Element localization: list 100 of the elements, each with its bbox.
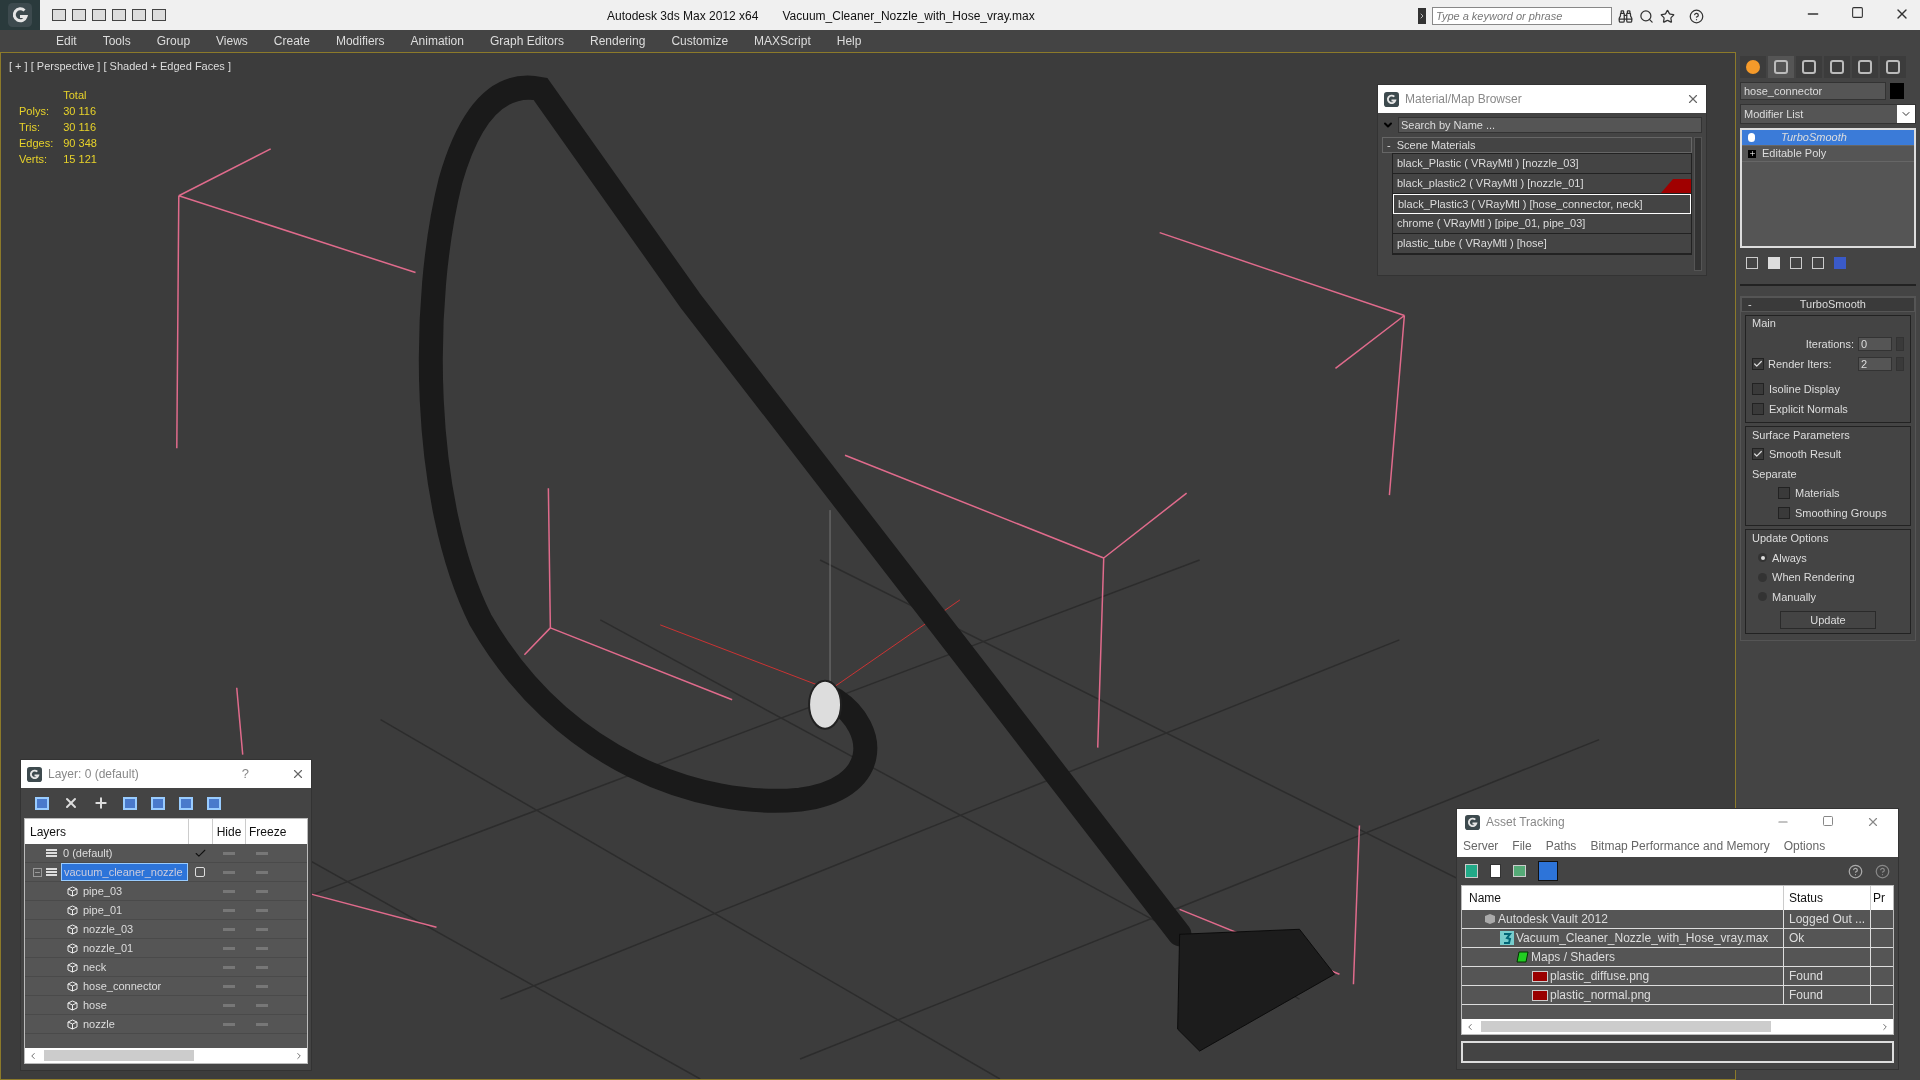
checkbox[interactable] [1778, 487, 1790, 500]
scrollbar[interactable] [1694, 137, 1702, 271]
menu-item[interactable]: Paths [1545, 837, 1577, 855]
group-header[interactable]: - Scene Materials [1382, 137, 1692, 153]
list-icon[interactable] [1490, 864, 1501, 878]
maximize-icon[interactable] [1851, 6, 1864, 19]
column-header[interactable]: Status [1784, 886, 1871, 910]
freeze-toggle[interactable] [255, 889, 268, 893]
search-field[interactable]: Type a keyword or phrase [1432, 7, 1612, 25]
toolbar-icon[interactable] [52, 9, 66, 21]
menu-item[interactable]: Bitmap Performance and Memory [1590, 837, 1770, 855]
modifier-list-dropdown[interactable]: Modifier List [1740, 104, 1916, 124]
hide-toggle[interactable] [222, 908, 235, 912]
menu-item[interactable]: Modifiers [335, 32, 385, 50]
column-header[interactable]: Hide [212, 819, 245, 844]
asset-name[interactable]: plastic_normal.png [1550, 986, 1651, 1004]
layer-name[interactable]: pipe_01 [81, 901, 125, 919]
hide-toggle[interactable] [222, 927, 235, 931]
freeze-toggle[interactable] [255, 870, 268, 874]
layer-name[interactable]: nozzle [81, 1015, 117, 1033]
scroll-right-icon[interactable] [1880, 1021, 1890, 1032]
menu-item[interactable]: Group [156, 32, 191, 50]
render-iters-field[interactable]: 2 [1858, 357, 1892, 372]
iterations-field[interactable]: 0 [1858, 336, 1892, 351]
checkbox[interactable] [1752, 358, 1764, 371]
material-search-field[interactable]: Search by Name ... [1398, 117, 1702, 133]
update-button[interactable]: Update [1780, 611, 1876, 629]
column-header[interactable]: Pr [1871, 886, 1893, 910]
binoculars-icon[interactable] [1618, 8, 1633, 24]
menu-item[interactable]: Tools [102, 32, 131, 50]
close-icon[interactable] [291, 767, 305, 781]
column-header[interactable]: Name [1462, 886, 1784, 910]
freeze-toggle[interactable] [255, 984, 268, 988]
checkbox[interactable] [1752, 403, 1764, 416]
asset-name[interactable]: Maps / Shaders [1531, 948, 1616, 966]
material-item[interactable]: black_plastic2 ( VRayMtl ) [nozzle_01] [1393, 174, 1691, 194]
hide-toggle[interactable] [222, 1022, 235, 1026]
layer-name[interactable]: neck [81, 958, 109, 976]
hide-toggle[interactable] [222, 946, 235, 950]
asset-name[interactable]: Autodesk Vault 2012 [1498, 910, 1608, 928]
layer-name[interactable]: hose_connector [81, 977, 164, 995]
help-icon[interactable] [1689, 8, 1704, 24]
asset-name[interactable]: Vacuum_Cleaner_Nozzle_with_Hose_vray.max [1516, 929, 1769, 947]
freeze-toggle[interactable] [255, 946, 268, 950]
viewport-label[interactable]: [ + ] [ Perspective ] [ Shaded + Edged Faces ] [9, 58, 231, 75]
scroll-left-icon[interactable] [28, 1050, 38, 1061]
material-item[interactable]: chrome ( VRayMtl ) [pipe_01, pipe_03] [1393, 214, 1691, 234]
radio-button[interactable] [1758, 553, 1767, 563]
menu-item[interactable]: File [1512, 837, 1532, 855]
menu-item[interactable]: Views [216, 32, 248, 50]
hide-toggle[interactable] [222, 965, 235, 969]
object-color-swatch[interactable] [1890, 83, 1904, 99]
hide-toggle[interactable] [222, 870, 235, 874]
menu-item[interactable]: MAXScript [754, 32, 811, 50]
toolbar-icon[interactable] [72, 9, 86, 21]
modifier-stack-item[interactable]: Editable Poly [1742, 146, 1914, 162]
freeze-toggle[interactable] [255, 908, 268, 912]
column-header[interactable]: Freeze [245, 819, 307, 844]
search-icon[interactable] [1639, 8, 1654, 24]
horizontal-scrollbar[interactable] [1462, 1019, 1893, 1034]
freeze-toggle[interactable] [255, 851, 268, 855]
menu-item[interactable]: Create [273, 32, 310, 50]
freeze-toggle[interactable] [255, 965, 268, 969]
path-field[interactable] [1461, 1041, 1894, 1063]
hide-toggle[interactable] [222, 851, 235, 855]
freeze-toggle[interactable] [255, 927, 268, 931]
help-button[interactable]: ? [241, 764, 249, 784]
menu-item[interactable]: Options [1783, 837, 1826, 855]
object-name-field[interactable]: hose_connector [1740, 82, 1886, 100]
menu-item[interactable]: Rendering [590, 32, 646, 50]
asset-name[interactable]: plastic_diffuse.png [1550, 967, 1650, 985]
checkbox[interactable] [1752, 382, 1764, 395]
layer-name[interactable]: nozzle_01 [81, 939, 136, 957]
expand-plus-icon[interactable] [1748, 149, 1756, 158]
hide-toggle[interactable] [222, 1003, 235, 1007]
menu-item[interactable]: Edit [56, 32, 77, 50]
delete-icon[interactable] [63, 795, 79, 811]
scroll-left-icon[interactable] [1465, 1021, 1475, 1032]
horizontal-scrollbar[interactable] [25, 1048, 307, 1063]
hide-toggle[interactable] [222, 889, 235, 893]
checkbox[interactable] [1778, 506, 1790, 519]
toolbar-icon[interactable] [112, 9, 126, 21]
menu-item[interactable]: Animation [410, 32, 464, 50]
collapse-icon[interactable] [33, 867, 42, 877]
rollout-header[interactable]: - TurboSmooth [1741, 297, 1915, 312]
menu-item[interactable]: Graph Editors [489, 32, 564, 50]
layer-name[interactable]: nozzle_03 [81, 920, 136, 938]
freeze-toggle[interactable] [255, 1003, 268, 1007]
close-icon[interactable] [1686, 92, 1700, 106]
scroll-right-icon[interactable] [294, 1050, 304, 1061]
toolbar-icon[interactable] [152, 9, 166, 21]
layer-name[interactable]: 0 (default) [61, 844, 115, 862]
layer-name[interactable]: hose [81, 996, 109, 1014]
star-icon[interactable] [1660, 8, 1675, 24]
material-item[interactable]: black_Plastic3 ( VRayMtl ) [hose_connector, neck] [1393, 194, 1691, 214]
sun-tab-icon[interactable] [1740, 56, 1766, 78]
material-item[interactable]: plastic_tube ( VRayMtl ) [hose] [1393, 234, 1691, 254]
hide-toggle[interactable] [222, 984, 235, 988]
freeze-toggle[interactable] [255, 1022, 268, 1026]
layer-name[interactable]: pipe_03 [81, 882, 125, 900]
